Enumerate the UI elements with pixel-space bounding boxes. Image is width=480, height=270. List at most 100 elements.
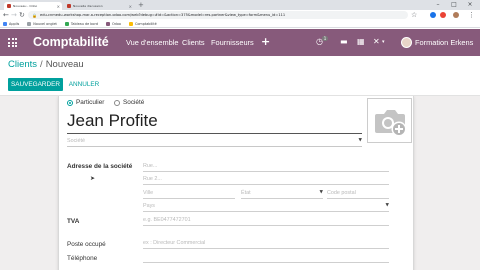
debug-tools-icon[interactable]: ✕ [373, 37, 380, 47]
state-select[interactable]: État ▼ [241, 189, 323, 199]
country-placeholder: Pays [143, 203, 155, 209]
radio-company[interactable]: Société [114, 99, 144, 106]
bookmark-label: Tableau de bord [70, 21, 98, 26]
bookmark-item[interactable]: Odoo [106, 21, 121, 26]
bookmarks-bar: Applis Nouvel onglet Tableau de bord Odo… [0, 20, 480, 28]
form-sheet: Particulier Société Jean Profite Société… [58, 96, 414, 270]
menu-add-button[interactable]: + [261, 35, 270, 48]
bookmark-label: Odoo [112, 21, 121, 26]
camera-plus-icon [375, 110, 407, 137]
mail-favicon-icon [67, 4, 71, 8]
company-placeholder: Société [67, 138, 85, 144]
user-menu[interactable]: Formation Erkens [415, 38, 473, 47]
dropdown-caret-icon: ▼ [358, 138, 362, 143]
customer-name-input[interactable]: Jean Profite [67, 109, 362, 134]
close-tab-icon[interactable]: × [57, 4, 60, 9]
street2-input[interactable]: Rue 2... [143, 175, 389, 185]
reload-icon[interactable]: ↻ [19, 10, 25, 20]
maximize-window-icon[interactable]: □ [446, 0, 462, 9]
extension-icon[interactable] [440, 12, 446, 18]
extension-icon[interactable] [430, 12, 436, 18]
bookmark-label: Comptabilité [134, 21, 157, 26]
breadcrumb-separator: / [40, 59, 43, 70]
url-text: edu-cnmedu-workshop-mar-a-reception.odoo… [39, 13, 286, 17]
radio-label: Particulier [76, 99, 105, 106]
job-position-input[interactable]: ex : Directeur Commercial [143, 239, 389, 249]
vat-label: TVA [67, 218, 80, 225]
browser-menu-icon[interactable]: ⋮ [468, 10, 475, 20]
tab-title: Nouveau - Odoo [13, 4, 38, 8]
breadcrumb-current: Nouveau [45, 59, 84, 70]
bookmark-item[interactable]: Nouvel onglet [27, 21, 57, 26]
street2-placeholder: Rue 2... [143, 176, 162, 182]
browser-tab-active[interactable]: Nouveau - Odoo × [4, 2, 62, 10]
mouse-cursor-icon: ➤ [90, 175, 96, 182]
photo-upload[interactable] [367, 98, 412, 143]
city-placeholder: Ville [143, 190, 154, 196]
zip-placeholder: Code postal [327, 190, 356, 196]
bookmark-item[interactable]: Applis [3, 21, 20, 26]
discard-button[interactable]: ANNULER [67, 78, 101, 91]
control-panel: Clients / Nouveau SAUVEGARDER ANNULER [0, 56, 480, 96]
breadcrumb-parent-link[interactable]: Clients [8, 59, 37, 70]
job-position-label: Poste occupé [67, 241, 106, 248]
bookmark-item[interactable]: Comptabilité [128, 21, 157, 26]
country-select[interactable]: Pays ▼ [143, 202, 389, 212]
activity-count-badge: 1 [322, 36, 328, 41]
radio-button-selected[interactable] [67, 99, 73, 106]
bookmark-star-icon[interactable]: ☆ [411, 10, 417, 20]
minimize-window-icon[interactable]: – [430, 0, 446, 9]
phone-label: Téléphone [67, 255, 98, 262]
page-icon [64, 21, 69, 26]
new-tab-icon[interactable]: + [138, 1, 144, 9]
close-window-icon[interactable]: × [462, 0, 478, 9]
phone-input[interactable] [143, 253, 389, 263]
city-input[interactable]: Ville [143, 189, 235, 199]
avatar[interactable] [401, 37, 412, 48]
bookmark-label: Applis [9, 21, 20, 26]
radio-individual[interactable]: Particulier [67, 99, 104, 106]
company-icon[interactable]: ▦ [357, 37, 365, 47]
apps-menu-icon[interactable] [8, 38, 17, 47]
state-placeholder: État [241, 190, 251, 196]
dropdown-caret-icon: ▼ [319, 190, 323, 195]
tab-title: Nouvelle discussion [73, 4, 103, 8]
chevron-down-icon: ▾ [382, 39, 385, 45]
browser-tab-inactive[interactable]: Nouvelle discussion × [64, 2, 134, 10]
street-placeholder: Rue... [143, 163, 158, 169]
address-label: Adresse de la société [67, 163, 133, 170]
profile-avatar-icon[interactable] [453, 12, 459, 18]
form-view-area: Particulier Société Jean Profite Société… [0, 96, 480, 270]
apps-icon [3, 21, 7, 26]
save-button[interactable]: SAUVEGARDER [8, 78, 63, 91]
dropdown-caret-icon: ▼ [385, 203, 389, 208]
forward-arrow-icon[interactable]: → [11, 10, 17, 20]
breadcrumb: Clients / Nouveau [8, 59, 84, 71]
vat-placeholder: e.g. BE0477472701 [143, 217, 191, 223]
app-title[interactable]: Comptabilité [33, 35, 109, 50]
folder-icon [128, 21, 133, 26]
menu-customers[interactable]: Clients [182, 38, 205, 47]
bookmark-label: Nouvel onglet [33, 21, 57, 26]
menu-vendors[interactable]: Fournisseurs [211, 38, 254, 47]
zip-input[interactable]: Code postal [327, 189, 389, 199]
messaging-icon[interactable]: ▬ [340, 37, 348, 47]
close-tab-icon[interactable]: × [129, 4, 132, 9]
radio-button[interactable] [114, 99, 120, 106]
company-select[interactable]: Société ▼ [67, 137, 362, 147]
bookmark-item[interactable]: Tableau de bord [64, 21, 98, 26]
odoo-icon [106, 21, 110, 26]
back-arrow-icon[interactable]: ← [3, 10, 9, 20]
radio-label: Société [123, 99, 145, 106]
job-position-placeholder: ex : Directeur Commercial [143, 240, 206, 246]
lock-icon: 🔒 [32, 12, 37, 18]
address-bar[interactable]: 🔒 edu-cnmedu-workshop-mar-a-reception.od… [28, 11, 408, 19]
menu-overview[interactable]: Vue d'ensemble [126, 38, 179, 47]
street-input[interactable]: Rue... [143, 162, 389, 172]
app-navbar: Comptabilité Vue d'ensemble Clients Four… [0, 29, 480, 56]
browser-tab-bar: Nouveau - Odoo × Nouvelle discussion × +… [0, 0, 480, 10]
odoo-favicon-icon [7, 4, 11, 8]
page-icon [27, 21, 32, 26]
browser-toolbar: ← → ↻ 🔒 edu-cnmedu-workshop-mar-a-recept… [0, 10, 480, 20]
vat-input[interactable]: e.g. BE0477472701 [143, 216, 389, 226]
